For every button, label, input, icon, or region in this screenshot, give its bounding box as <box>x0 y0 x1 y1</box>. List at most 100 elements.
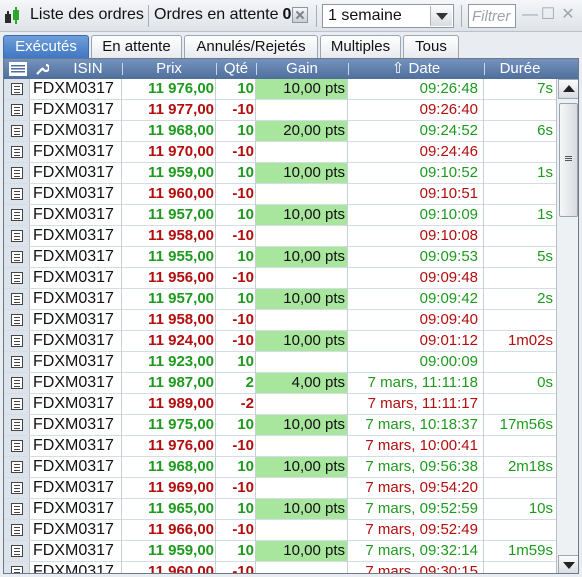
order-details-icon[interactable] <box>4 541 30 561</box>
order-details-icon[interactable] <box>4 226 30 246</box>
table-row[interactable]: FDXM0317 11 960,00 -10 7 mars, 09:30:15 <box>4 562 556 573</box>
table-row[interactable]: FDXM0317 11 960,00 -10 09:10:51 <box>4 184 556 205</box>
cell-prix: 11 957,00 <box>148 290 214 307</box>
cell-date: 7 mars, 10:00:41 <box>365 437 478 454</box>
order-details-icon[interactable] <box>4 457 30 477</box>
table-row[interactable]: FDXM0317 11 959,00 10 10,00 pts 7 mars, 09:3… <box>4 541 556 562</box>
cell-qte: -10 <box>232 143 254 160</box>
table-row[interactable]: FDXM0317 11 977,00 -10 09:26:40 <box>4 100 556 121</box>
order-details-icon[interactable] <box>4 436 30 456</box>
table-row[interactable]: FDXM0317 11 955,00 10 10,00 pts 09:09:53 5s <box>4 247 556 268</box>
tab-tous[interactable]: Tous <box>403 35 459 59</box>
order-details-icon[interactable] <box>4 247 30 267</box>
toolbar-divider <box>148 5 149 27</box>
table-row[interactable]: FDXM0317 11 958,00 -10 09:10:08 <box>4 226 556 247</box>
table-row[interactable]: FDXM0317 11 987,00 2 4,00 pts 7 mars, 11:11:… <box>4 373 556 394</box>
order-details-icon[interactable] <box>4 310 30 330</box>
order-details-icon[interactable] <box>4 205 30 225</box>
cell-isin: FDXM0317 <box>33 269 114 286</box>
table-row[interactable]: FDXM0317 11 924,00 -10 10,00 pts 09:01:12 1m0… <box>4 331 556 352</box>
scroll-down-icon[interactable] <box>558 555 578 573</box>
cell-date: 7 mars, 09:52:59 <box>365 500 478 517</box>
close-icon[interactable]: ✕ <box>560 6 576 24</box>
order-details-icon[interactable] <box>4 415 30 435</box>
cell-duree: 17m56s <box>499 416 553 433</box>
cell-gain <box>256 562 348 573</box>
table-row[interactable]: FDXM0317 11 957,00 10 10,00 pts 09:10:09 1s <box>4 205 556 226</box>
column-divider <box>255 79 256 573</box>
minimize-icon[interactable]: — <box>522 6 538 24</box>
vertical-scrollbar[interactable] <box>556 79 578 573</box>
cell-duree <box>484 184 556 204</box>
table-row[interactable]: FDXM0317 11 968,00 10 20,00 pts 09:24:52 6s <box>4 121 556 142</box>
order-details-icon[interactable] <box>4 331 30 351</box>
table-row[interactable]: FDXM0317 11 976,00 10 10,00 pts 09:26:48 7s <box>4 79 556 100</box>
cell-prix: 11 955,00 <box>148 248 214 265</box>
tab-en-attente[interactable]: En attente <box>91 35 182 59</box>
column-header-qte[interactable]: Qté <box>216 59 256 79</box>
period-select[interactable]: 1 semaine <box>322 4 454 28</box>
order-details-icon[interactable] <box>4 478 30 498</box>
table-row[interactable]: FDXM0317 11 956,00 -10 09:09:48 <box>4 268 556 289</box>
table-row[interactable]: FDXM0317 11 957,00 10 10,00 pts 09:09:42 2s <box>4 289 556 310</box>
scrollbar-thumb[interactable] <box>559 103 578 217</box>
pending-orders-indicator[interactable]: Ordres en attente 0 <box>154 6 291 24</box>
cell-qte: -10 <box>232 521 254 538</box>
order-details-icon[interactable] <box>4 352 30 372</box>
cell-prix: 11 968,00 <box>148 122 214 139</box>
column-header-date[interactable]: ⇧ Date <box>348 59 484 79</box>
toolbar: Liste des ordres Ordres en attente 0 1 se… <box>0 0 582 32</box>
table-row[interactable]: FDXM0317 11 923,00 10 09:00:09 <box>4 352 556 373</box>
cell-duree <box>484 226 556 246</box>
cell-isin: FDXM0317 <box>33 122 114 139</box>
window-title: Liste des ordres <box>30 6 144 23</box>
cell-duree: 0s <box>537 374 553 391</box>
order-details-icon[interactable] <box>4 100 30 120</box>
maximize-icon[interactable]: ☐ <box>540 6 556 24</box>
order-details-icon[interactable] <box>4 373 30 393</box>
order-details-icon[interactable] <box>4 121 30 141</box>
table-row[interactable]: FDXM0317 11 975,00 10 10,00 pts 7 mars, 10:1… <box>4 415 556 436</box>
order-details-icon[interactable] <box>4 184 30 204</box>
column-header-gain[interactable]: Gain <box>256 59 348 79</box>
cell-gain: 10,00 pts <box>256 79 348 99</box>
order-details-icon[interactable] <box>4 268 30 288</box>
table-row[interactable]: FDXM0317 11 969,00 -10 7 mars, 09:54:20 <box>4 478 556 499</box>
cell-date: 09:09:40 <box>419 311 478 328</box>
chevron-down-icon[interactable] <box>430 6 452 26</box>
column-header-isin[interactable]: ISIN <box>54 59 122 79</box>
table-row[interactable]: FDXM0317 11 970,00 -10 09:24:46 <box>4 142 556 163</box>
tab-executes[interactable]: Exécutés <box>3 35 89 59</box>
column-header-prix[interactable]: Prix <box>122 59 216 79</box>
wrench-icon[interactable] <box>32 59 52 79</box>
column-divider <box>483 79 484 573</box>
table-row[interactable]: FDXM0317 11 958,00 -10 09:09:40 <box>4 310 556 331</box>
table-row[interactable]: FDXM0317 11 959,00 10 10,00 pts 09:10:52 1s <box>4 163 556 184</box>
order-details-icon[interactable] <box>4 520 30 540</box>
cell-duree <box>484 520 556 540</box>
table-row[interactable]: FDXM0317 11 976,00 -10 7 mars, 10:00:41 <box>4 436 556 457</box>
order-details-icon[interactable] <box>4 562 30 573</box>
cell-qte: 10 <box>237 206 254 223</box>
table-row[interactable]: FDXM0317 11 968,00 10 10,00 pts 7 mars, 09:5… <box>4 457 556 478</box>
tab-multiples[interactable]: Multiples <box>320 35 401 59</box>
order-details-icon[interactable] <box>4 79 30 99</box>
order-details-icon[interactable] <box>4 163 30 183</box>
order-details-icon[interactable] <box>4 142 30 162</box>
tab-annules-rejetes[interactable]: Annulés/Rejetés <box>184 35 318 59</box>
list-icon[interactable] <box>7 59 29 79</box>
clear-pending-icon[interactable] <box>292 7 308 23</box>
cell-gain: 10,00 pts <box>256 247 348 267</box>
order-details-icon[interactable] <box>4 289 30 309</box>
table-row[interactable]: FDXM0317 11 989,00 -2 7 mars, 11:11:17 <box>4 394 556 415</box>
order-details-icon[interactable] <box>4 394 30 414</box>
column-header-duree[interactable]: Durée <box>484 59 556 79</box>
scroll-up-icon[interactable] <box>558 79 578 99</box>
order-details-icon[interactable] <box>4 499 30 519</box>
cell-prix: 11 987,00 <box>148 374 214 391</box>
cell-prix: 11 989,00 <box>148 395 214 412</box>
table-row[interactable]: FDXM0317 11 965,00 10 10,00 pts 7 mars, 09:5… <box>4 499 556 520</box>
cell-duree: 1s <box>537 164 553 181</box>
filter-input[interactable] <box>468 4 516 28</box>
table-row[interactable]: FDXM0317 11 966,00 -10 7 mars, 09:52:49 <box>4 520 556 541</box>
